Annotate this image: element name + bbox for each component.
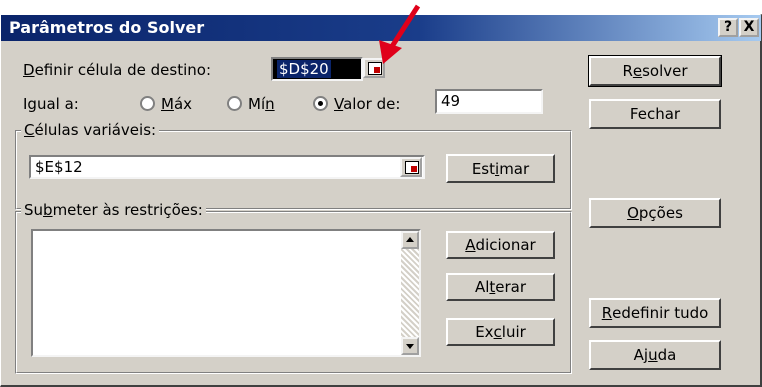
options-button[interactable]: Opções xyxy=(589,198,721,228)
scroll-down-button[interactable] xyxy=(401,337,419,355)
value-input[interactable]: 49 xyxy=(435,89,543,114)
background-strip xyxy=(0,0,762,14)
window-title: Parâmetros do Solver xyxy=(9,18,205,37)
estimate-button[interactable]: Est i mar xyxy=(446,154,555,183)
target-ref-button[interactable] xyxy=(363,58,385,78)
constraints-label: Submeter às restrições: xyxy=(21,201,206,219)
max-radio[interactable] xyxy=(140,96,155,111)
min-label: Mín xyxy=(248,95,275,113)
max-label: Máx xyxy=(161,95,193,113)
variable-cells-label: Células variáveis: xyxy=(21,121,160,139)
delete-button[interactable]: Ex c luir xyxy=(446,318,555,346)
collapse-dialog-icon xyxy=(368,62,382,75)
constraints-scrollbar[interactable] xyxy=(401,231,419,355)
add-button[interactable]: Adicionar xyxy=(446,231,555,259)
equal-to-label: Igual a: xyxy=(23,95,79,113)
solver-dialog: Parâmetros do Solver ? X Definir célula … xyxy=(0,14,762,387)
close-icon: X xyxy=(743,19,755,35)
target-cell-input[interactable]: $D$20 xyxy=(271,57,363,81)
title-bar: Parâmetros do Solver ? X xyxy=(1,15,761,41)
collapse-dialog-icon xyxy=(405,161,419,174)
help-icon: ? xyxy=(723,19,733,35)
value-radio[interactable] xyxy=(313,96,328,111)
min-radio[interactable] xyxy=(227,96,242,111)
variable-ref-button[interactable] xyxy=(400,157,422,177)
change-button[interactable]: Al t erar xyxy=(446,273,555,301)
help-dialog-button[interactable]: Aj u da xyxy=(589,340,721,370)
close-button[interactable]: Fechar xyxy=(589,99,721,129)
help-button[interactable]: ? xyxy=(718,18,738,37)
arrow-up-icon xyxy=(406,237,414,242)
arrow-down-icon xyxy=(406,344,414,349)
target-cell-label: Definir célula de destino: xyxy=(23,61,211,79)
constraints-listbox[interactable] xyxy=(31,229,421,357)
variable-cells-input[interactable]: $E$12 xyxy=(29,155,425,179)
scroll-up-button[interactable] xyxy=(401,231,419,249)
solve-button[interactable]: Re solver xyxy=(588,55,722,87)
value-of-label: Valor de: xyxy=(334,95,401,113)
reset-all-button[interactable]: Redefinir tudo xyxy=(589,298,721,328)
close-window-button[interactable]: X xyxy=(739,18,759,37)
